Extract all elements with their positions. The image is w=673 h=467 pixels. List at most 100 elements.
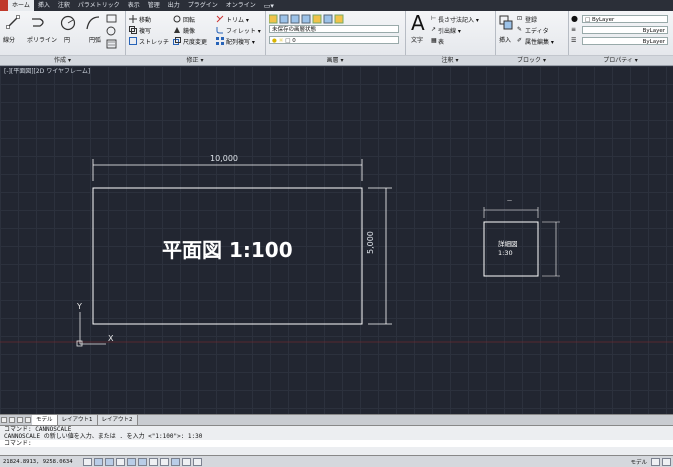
stretch-button[interactable]: ストレッチ [139, 37, 169, 46]
command-history-line: コマンド: CANNOSCALE [4, 426, 72, 433]
quick-view-toggle[interactable] [662, 457, 671, 466]
array-button[interactable]: 配列複写 ▾ [226, 37, 255, 46]
linetype-icon: ≡ [571, 26, 577, 33]
arc-label[interactable]: 円弧 [89, 35, 101, 44]
tab-insert[interactable]: 挿入 [34, 0, 54, 11]
tab-output[interactable]: 出力 [164, 0, 184, 11]
annotation-panel-title[interactable]: 注釈 ▾ [405, 55, 495, 65]
tab-home[interactable]: ホーム [8, 0, 34, 11]
linetype-combo[interactable]: ByLayer [582, 26, 668, 34]
tab-annotate[interactable]: 注釈 [54, 0, 74, 11]
arc-icon[interactable] [85, 15, 101, 31]
rotate-icon[interactable] [173, 15, 181, 23]
fillet-icon[interactable] [216, 26, 224, 34]
properties-panel-title[interactable]: プロパティ ▾ [568, 55, 673, 65]
modify-panel-title[interactable]: 修正 ▾ [125, 55, 265, 65]
insert-block-icon[interactable] [499, 15, 513, 31]
line-label[interactable]: 線分 [3, 35, 15, 44]
plan-title-text[interactable]: 平面図 1:100 [162, 234, 293, 263]
draw-panel-title[interactable]: 作成 ▾ [0, 55, 125, 65]
fillet-button[interactable]: フィレット ▾ [226, 26, 261, 35]
vertical-dimension[interactable] [368, 187, 392, 325]
tab-nav-first[interactable] [1, 417, 7, 423]
layer-state-combo[interactable]: 未保存の画層状態 [269, 25, 399, 33]
osnap-toggle[interactable] [138, 457, 147, 466]
tab-plugins[interactable]: プラグイン [184, 0, 222, 11]
stretch-icon[interactable] [129, 37, 137, 45]
detail-scale-text[interactable]: 1:30 [498, 250, 513, 257]
polyline-label[interactable]: ポリライン [27, 35, 57, 44]
tab-parametric[interactable]: パラメトリック [74, 0, 124, 11]
scale-button[interactable]: 尺度変更 [183, 37, 207, 46]
text-icon[interactable]: A [411, 13, 425, 33]
tab-manage[interactable]: 管理 [144, 0, 164, 11]
ribbon-minimize-button[interactable]: ▭▾ [260, 2, 278, 10]
layout-tabs-bar: モデル レイアウト1 レイアウト2 [0, 414, 673, 425]
color-value: ByLayer [591, 17, 615, 23]
trim-icon[interactable] [216, 15, 224, 23]
tab-nav-next[interactable] [17, 417, 23, 423]
ducs-toggle[interactable] [160, 457, 169, 466]
tab-nav-last[interactable] [25, 417, 31, 423]
polyline-icon[interactable] [30, 15, 48, 29]
grid-toggle[interactable] [105, 457, 114, 466]
infer-constraints-toggle[interactable] [83, 457, 92, 466]
block-panel: 挿入 ⊡ 登録 ✎ エディタ ✐ 属性編集 ▾ ブロック ▾ [495, 11, 569, 65]
line-icon[interactable] [6, 15, 20, 29]
lineweight-combo[interactable]: ByLayer [582, 37, 668, 45]
ribbon: 線分 ポリライン 円 円弧 作成 ▾ 移動 回転 トリム ▾ 複写 鏡像 フィレ… [0, 11, 673, 66]
rotate-button[interactable]: 回転 [183, 15, 195, 24]
copy-button[interactable]: 複写 [139, 26, 151, 35]
copy-icon[interactable] [129, 26, 137, 34]
circle-icon[interactable] [60, 15, 76, 31]
quick-properties-toggle[interactable] [193, 457, 202, 466]
block-editor-button[interactable]: エディタ [525, 26, 549, 35]
block-panel-title[interactable]: ブロック ▾ [495, 55, 568, 65]
detail-dimension-text: — [507, 198, 512, 204]
create-block-icon: ⊡ [517, 15, 523, 22]
edit-attribute-button[interactable]: 属性編集 ▾ [525, 37, 554, 46]
tab-view[interactable]: 表示 [124, 0, 144, 11]
table-button[interactable]: 表 [438, 37, 444, 46]
tab-model[interactable]: モデル [32, 415, 58, 425]
tab-layout2[interactable]: レイアウト2 [97, 415, 138, 425]
ucs-y-label: Y [77, 302, 82, 311]
circle-label[interactable]: 円 [64, 35, 70, 44]
tab-nav-prev[interactable] [9, 417, 15, 423]
leader-button[interactable]: 引出線 ▾ [438, 26, 461, 35]
vertical-dimension-text: 5,000 [366, 231, 375, 254]
insert-button[interactable]: 挿入 [499, 35, 511, 44]
lineweight-toggle[interactable] [182, 457, 191, 466]
model-space-label[interactable]: モデル [630, 458, 647, 466]
array-icon[interactable] [216, 37, 224, 45]
dimension-button[interactable]: 長さ寸法記入 ▾ [438, 15, 479, 24]
trim-button[interactable]: トリム ▾ [226, 15, 249, 24]
layer-combo[interactable]: ● ☼ □ 0 [269, 36, 399, 44]
detail-title-text[interactable]: 詳細図 [498, 241, 518, 248]
command-input[interactable]: コマンド: [0, 440, 673, 447]
detail-dimension[interactable] [483, 207, 560, 277]
mirror-button[interactable]: 鏡像 [183, 26, 195, 35]
tab-layout1[interactable]: レイアウト1 [57, 415, 98, 425]
color-combo[interactable]: □ ByLayer [582, 15, 668, 23]
layer-tools-icons[interactable] [269, 14, 349, 24]
app-menu-button[interactable] [0, 0, 8, 11]
drawing-canvas[interactable]: [-][平面図][2D ワイヤフレーム] 10,000 5,000 平面図 1:… [0, 66, 673, 414]
drawing-svg [0, 159, 673, 347]
color-swatch: □ [585, 17, 591, 23]
tab-online[interactable]: オンライン [222, 0, 260, 11]
polar-toggle[interactable] [127, 457, 136, 466]
otrack-toggle[interactable] [149, 457, 158, 466]
layout-toggle[interactable] [651, 457, 660, 466]
draw-tools-icons[interactable] [106, 14, 122, 50]
text-button[interactable]: 文字 [411, 35, 423, 44]
move-icon[interactable] [129, 15, 137, 23]
scale-icon[interactable] [173, 37, 181, 45]
snap-toggle[interactable] [94, 457, 103, 466]
move-button[interactable]: 移動 [139, 15, 151, 24]
layers-panel-title[interactable]: 画層 ▾ [265, 55, 405, 65]
dyn-toggle[interactable] [171, 457, 180, 466]
ortho-toggle[interactable] [116, 457, 125, 466]
create-block-button[interactable]: 登録 [525, 15, 537, 24]
mirror-icon[interactable] [173, 26, 181, 34]
